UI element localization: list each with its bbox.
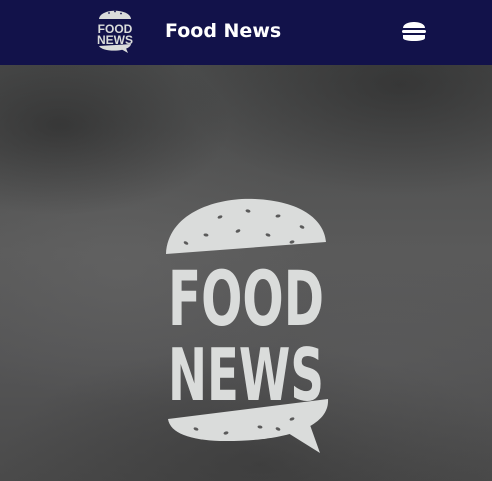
hamburger-icon: [402, 22, 426, 41]
site-title[interactable]: Food News: [165, 19, 281, 43]
hero-banner: FOOD NEWS: [0, 65, 492, 481]
header-logo[interactable]: FOOD NEWS: [95, 6, 135, 54]
site-header: FOOD NEWS Food News: [0, 0, 492, 65]
hamburger-menu-button[interactable]: [400, 18, 428, 44]
header-logo-line2: NEWS: [97, 33, 133, 47]
hero-logo-line1: FOOD: [168, 254, 324, 343]
page: FOOD NEWS Food News FOOD NEWS: [0, 0, 492, 481]
food-news-hero-logo: FOOD NEWS: [166, 198, 329, 453]
